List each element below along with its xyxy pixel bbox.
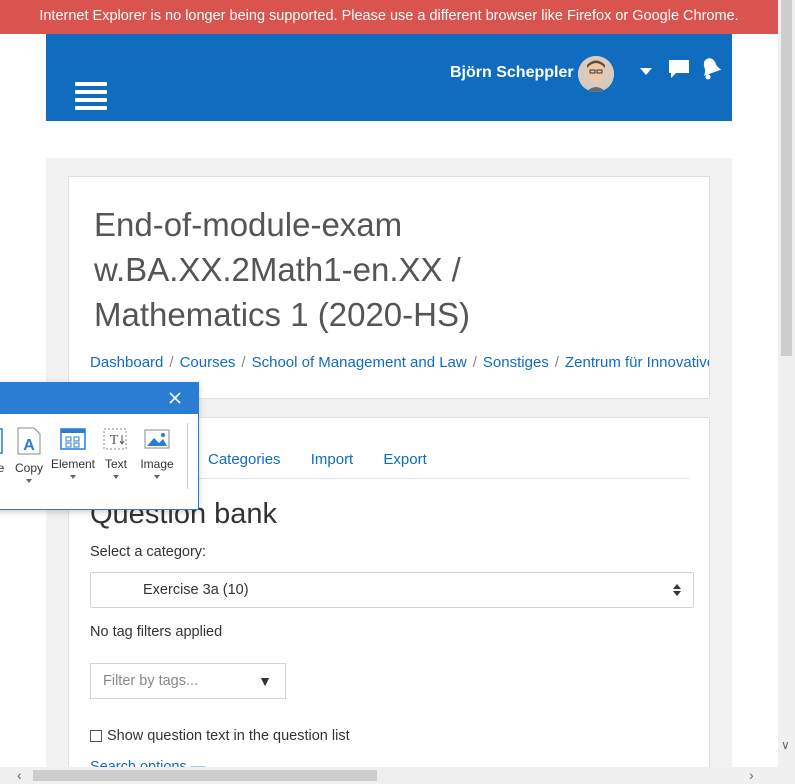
avatar[interactable] (578, 56, 614, 92)
toolbar-tool-image[interactable]: Image (138, 427, 176, 479)
breadcrumb-courses[interactable]: Courses (180, 354, 236, 371)
chevron-down-icon[interactable] (640, 68, 652, 75)
bell-icon[interactable] (700, 56, 722, 80)
toolbar-tool-label: Text (104, 457, 127, 471)
select-arrows-icon (673, 584, 681, 596)
scroll-right-icon[interactable]: › (749, 767, 754, 783)
tab-import[interactable]: Import (311, 451, 354, 468)
category-select[interactable]: Exercise 3a (10) (90, 572, 694, 608)
top-navbar: Björn Scheppler (46, 34, 732, 121)
breadcrumb-separator: / (472, 354, 477, 371)
vertical-scroll-thumb[interactable] (781, 0, 792, 356)
close-icon[interactable] (167, 390, 183, 406)
tab-export[interactable]: Export (383, 451, 426, 468)
toolbar-header (0, 383, 198, 414)
toolbar-tool-partial[interactable]: e (0, 427, 7, 475)
toolbar-tool-text[interactable]: T Text (101, 427, 131, 479)
breadcrumb-dashboard[interactable]: Dashboard (90, 354, 163, 371)
browser-warning-banner: Internet Explorer is no longer being sup… (0, 0, 778, 34)
dropdown-arrow-icon[interactable] (26, 479, 32, 483)
dropdown-arrow-icon[interactable] (70, 475, 76, 479)
svg-text:A: A (23, 437, 35, 454)
vertical-scrollbar[interactable]: ∨ (778, 0, 795, 784)
breadcrumb: Dashboard / Courses / School of Management a… (90, 354, 709, 371)
toolbar-tool-label: Copy (14, 461, 43, 475)
element-grid-icon (60, 428, 86, 450)
dropdown-triangle-icon[interactable]: ▼ (258, 673, 272, 689)
image-icon (144, 429, 170, 449)
toolbar-tool-label: Image (140, 457, 174, 471)
category-label: Select a category: (90, 544, 207, 560)
toolbar-divider (187, 423, 188, 489)
copy-text-icon: A (17, 427, 41, 455)
tab-bar: Categories Import Export (208, 451, 453, 468)
breadcrumb-zentrum[interactable]: Zentrum für Innovative D (565, 354, 709, 371)
toolbar-tool-element[interactable]: Element (49, 427, 97, 479)
partial-icon (0, 428, 3, 454)
page-title: End-of-module-exam w.BA.XX.2Math1-en.XX … (94, 206, 470, 333)
category-value: Exercise 3a (10) (143, 582, 249, 598)
breadcrumb-sonstiges[interactable]: Sonstiges (483, 354, 549, 371)
dropdown-arrow-icon[interactable] (154, 475, 160, 479)
tag-filter-note: No tag filters applied (90, 624, 223, 640)
tag-filter-placeholder: Filter by tags... (103, 673, 199, 689)
svg-text:T: T (110, 433, 119, 448)
horizontal-scroll-thumb[interactable] (33, 770, 377, 781)
scroll-down-icon[interactable]: ∨ (781, 738, 790, 752)
toolbar-tool-label: e (0, 461, 5, 475)
text-icon: T (103, 428, 127, 450)
breadcrumb-separator: / (241, 354, 246, 371)
dropdown-arrow-icon[interactable] (113, 475, 119, 479)
tag-filter-input[interactable]: Filter by tags... ▼ (90, 663, 286, 699)
show-question-text-option[interactable]: Show question text in the question list (90, 728, 350, 744)
page-header: End-of-module-exam w.BA.XX.2Math1-en.XX … (68, 176, 710, 399)
breadcrumb-school[interactable]: School of Management and Law (252, 354, 467, 371)
menu-icon[interactable] (75, 82, 107, 110)
horizontal-scrollbar[interactable]: ‹ › (0, 767, 778, 784)
show-question-text-checkbox[interactable] (90, 730, 102, 742)
show-question-text-label: Show question text in the question list (107, 728, 350, 744)
scroll-left-icon[interactable]: ‹ (17, 767, 22, 783)
scrollbar-corner (778, 767, 795, 784)
floating-toolbar: e A Copy Element T Text Image (0, 382, 199, 510)
breadcrumb-separator: / (169, 354, 174, 371)
message-icon[interactable] (668, 58, 690, 80)
toolbar-tool-label: Element (50, 457, 96, 471)
breadcrumb-separator: / (554, 354, 559, 371)
user-name[interactable]: Björn Scheppler (450, 64, 574, 82)
tab-categories[interactable]: Categories (208, 451, 281, 468)
toolbar-tool-copy[interactable]: A Copy (13, 427, 45, 483)
